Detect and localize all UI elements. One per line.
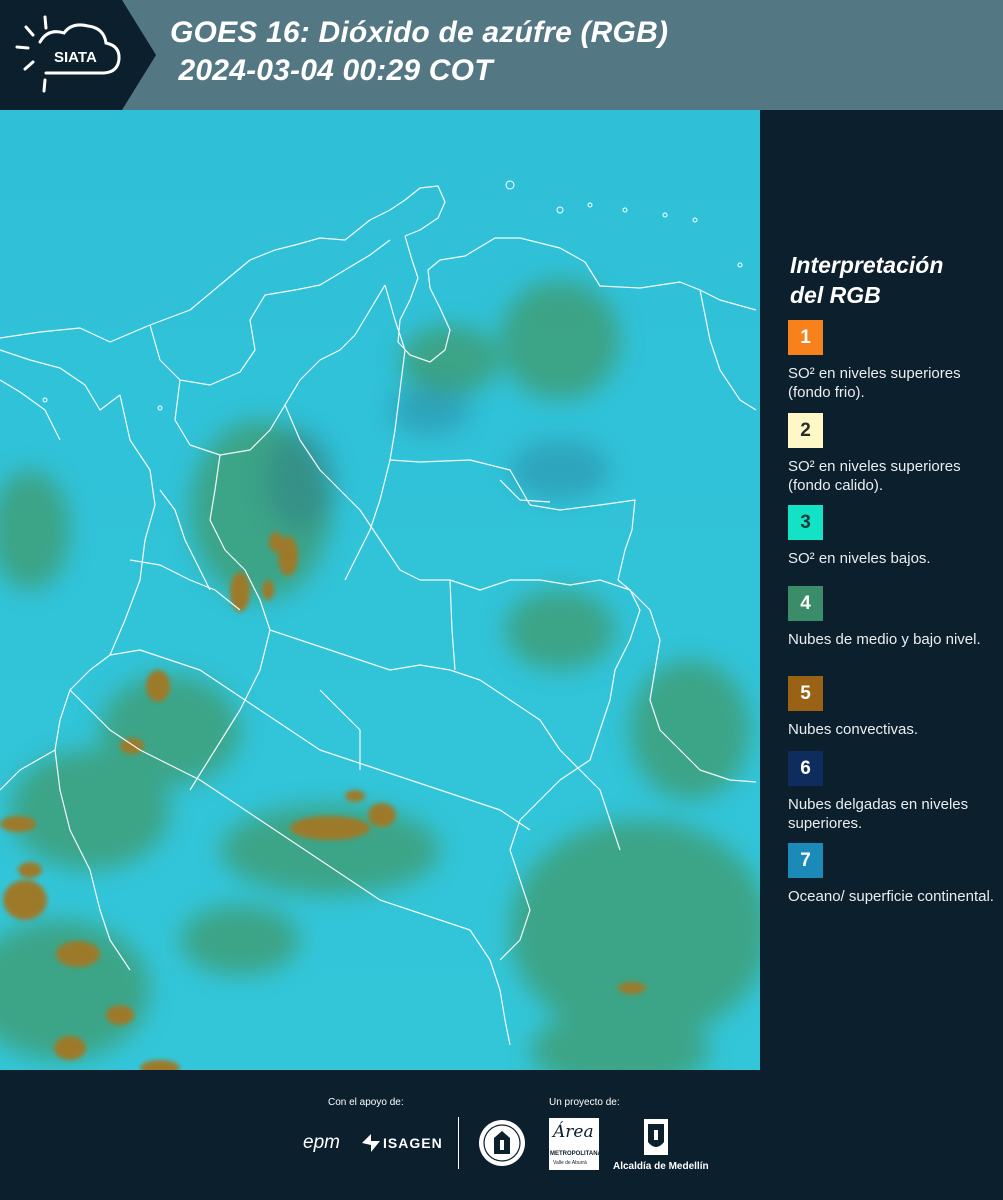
legend-description: SO² en niveles superiores (fondo frio). (788, 365, 961, 401)
title-line-1: GOES 16: Dióxido de azúfre (RGB) (170, 16, 669, 49)
alcaldia-shield-icon (644, 1119, 668, 1155)
area-script: Área (553, 1122, 594, 1142)
legend-item-4: 4 Nubes de medio y bajo nivel. (788, 586, 998, 649)
legend-description: SO² en niveles superiores (fondo calido)… (788, 458, 961, 494)
siata-logo: SIATA (0, 0, 156, 110)
legend-swatch: 2 (788, 413, 823, 448)
alcaldia-text: Alcaldía de Medellín (613, 1161, 709, 1172)
legend-item-6: 6 Nubes delgadas en niveles superiores. (788, 751, 998, 833)
legend-item-1: 1 SO² en niveles superiores (fondo frio). (788, 320, 998, 402)
legend-swatch: 4 (788, 586, 823, 621)
area-metropolitana-logo: Área METROPOLITANA Valle de Aburrá (549, 1118, 602, 1170)
legend-swatch: 5 (788, 676, 823, 711)
support-label: Con el apoyo de: (328, 1097, 404, 1108)
area-metropolitana-text: METROPOLITANA (550, 1151, 602, 1157)
legend-item-2: 2 SO² en niveles superiores (fondo calido… (788, 413, 998, 495)
epm-logo: epm (303, 1132, 340, 1153)
legend-swatch: 6 (788, 751, 823, 786)
legend-description: Nubes convectivas. (788, 721, 919, 738)
legend-swatch: 3 (788, 505, 823, 540)
footer-divider (458, 1117, 459, 1169)
legend-panel: Interpretación del RGB 1 SO² en niveles s… (760, 110, 1003, 1070)
area-valle-text: Valle de Aburrá (553, 1160, 587, 1166)
isagen-icon (362, 1134, 380, 1152)
page-title: GOES 16: Dióxido de azúfre (RGB) 2024-03… (170, 14, 668, 90)
legend-title: Interpretación del RGB (790, 250, 943, 310)
legend-item-3: 3 SO² en niveles bajos. (788, 505, 998, 568)
legend-description: Nubes de medio y bajo nivel. (788, 631, 981, 648)
legend-description: SO² en niveles bajos. (788, 550, 931, 567)
satellite-map (0, 110, 760, 1070)
legend-description: Nubes delgadas en niveles superiores. (788, 796, 969, 832)
siata-seal-icon (479, 1120, 525, 1166)
title-line-2: 2024-03-04 00:29 COT (170, 54, 493, 87)
legend-description: Oceano/ superficie continental. (788, 888, 994, 905)
legend-swatch: 1 (788, 320, 823, 355)
legend-swatch: 7 (788, 843, 823, 878)
legend-item-7: 7 Oceano/ superficie continental. (788, 843, 998, 906)
isagen-logo: ISAGEN (383, 1135, 443, 1151)
footer: Con el apoyo de: Un proyecto de: epm ISA… (0, 1070, 1003, 1200)
legend-item-5: 5 Nubes convectivas. (788, 676, 998, 739)
project-label: Un proyecto de: (549, 1097, 620, 1108)
logo-text: SIATA (54, 49, 97, 66)
legend-title-line-1: Interpretación (790, 252, 944, 278)
header-bar: SIATA GOES 16: Dióxido de azúfre (RGB) 2… (0, 0, 1003, 110)
legend-title-line-2: del RGB (790, 282, 881, 308)
